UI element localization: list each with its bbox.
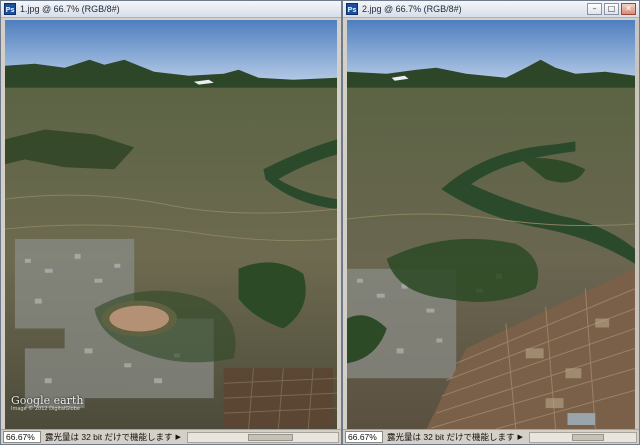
scroll-thumb[interactable] [572, 433, 605, 441]
image-canvas[interactable]: Google earth Image © 2012 DigitalGlobe [5, 20, 337, 429]
photoshop-icon: Ps [4, 3, 16, 15]
minimize-button[interactable]: – [587, 3, 602, 15]
close-button[interactable]: ✕ [621, 3, 636, 15]
title-bar[interactable]: Ps 1.jpg @ 66.7% (RGB/8#) [1, 1, 341, 18]
aerial-image [5, 20, 337, 429]
status-bar: 66.67% 露光量は 32 bit だけで機能します ▶ [343, 429, 639, 444]
window-title: 1.jpg @ 66.7% (RGB/8#) [20, 4, 120, 14]
horizontal-scrollbar[interactable] [528, 431, 637, 443]
status-message: 露光量は 32 bit だけで機能します [45, 432, 173, 442]
status-menu-arrow-icon[interactable]: ▶ [176, 433, 181, 441]
vertical-scrollbar[interactable] [635, 20, 639, 429]
image-canvas[interactable] [347, 20, 635, 429]
zoom-level-field[interactable]: 66.67% [3, 431, 41, 443]
maximize-button[interactable]: □ [604, 3, 619, 15]
aerial-image [347, 20, 635, 429]
document-window-1[interactable]: Ps 1.jpg @ 66.7% (RGB/8#) Google earth I… [0, 0, 342, 445]
horizontal-scrollbar[interactable] [186, 431, 339, 443]
status-bar: 66.67% 露光量は 32 bit だけで機能します ▶ [1, 429, 341, 444]
zoom-level-field[interactable]: 66.67% [345, 431, 383, 443]
window-title: 2.jpg @ 66.7% (RGB/8#) [362, 4, 462, 14]
photoshop-icon: Ps [346, 3, 358, 15]
title-bar[interactable]: Ps 2.jpg @ 66.7% (RGB/8#) – □ ✕ [343, 1, 639, 18]
status-message: 露光量は 32 bit だけで機能します [387, 432, 515, 442]
document-window-2[interactable]: Ps 2.jpg @ 66.7% (RGB/8#) – □ ✕ 66.67% 露… [342, 0, 640, 445]
scroll-thumb[interactable] [247, 433, 293, 441]
imagery-credit: Image © 2012 DigitalGlobe [11, 406, 80, 412]
status-menu-arrow-icon[interactable]: ▶ [518, 433, 523, 441]
